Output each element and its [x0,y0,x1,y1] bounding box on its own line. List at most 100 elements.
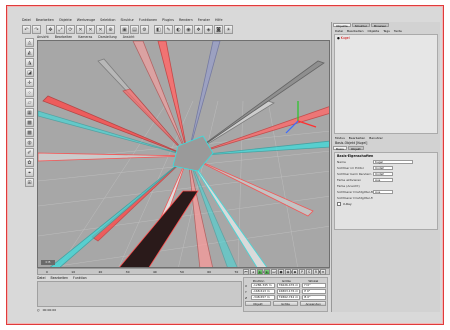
om-menu-item[interactable]: Objekte [368,29,380,33]
scene-icon[interactable]: ◈ [204,25,213,34]
om-menu-item[interactable]: Tags [383,29,390,33]
cube-icon[interactable]: ◧ [154,25,163,34]
material-menu-item[interactable]: Datei [37,276,46,280]
play-icon[interactable]: ▸ [257,268,263,275]
apply-button[interactable]: Anwenden [300,301,327,306]
viewport-menu-item[interactable]: Ansicht [37,35,49,39]
y-axis-lock-icon[interactable]: ✕ [86,25,95,34]
object-list[interactable]: ● Kugel [334,34,438,134]
menu-item[interactable]: Struktur [120,18,133,22]
light-icon[interactable]: ☀ [224,25,233,34]
menu-item[interactable]: Plugins [162,18,174,22]
render-visibility-select[interactable]: Undef. [373,171,393,177]
editor-visibility-select[interactable]: Undef. [373,165,393,171]
undo-icon[interactable]: ↶ [22,25,31,34]
position-key-icon[interactable]: P [299,268,305,275]
spline-pen-icon[interactable]: ✎ [164,25,173,34]
go-to-start-icon[interactable]: ⏮ [243,268,249,275]
position-z-field[interactable]: -348.657 m [251,295,275,300]
size-y-field[interactable]: 16803.176 m [276,289,301,294]
menu-item[interactable]: Selektion [100,18,115,22]
camera-icon[interactable]: ◙ [214,25,223,34]
size-x-field[interactable]: 76626.476 m [276,283,301,288]
material-menu-item[interactable]: Funktion [73,276,87,280]
render-settings-icon[interactable]: ⚙ [140,25,149,34]
object-mode-icon[interactable]: ◮ [25,58,34,67]
viewport-menu-item[interactable]: Kameras [78,35,92,39]
menu-item[interactable]: Rendern [179,18,193,22]
previous-frame-icon[interactable]: ◂ [250,268,256,275]
model-mode-icon[interactable]: ◭ [25,48,34,57]
render-view-icon[interactable]: ▣ [120,25,129,34]
tab-object[interactable]: Objekt [347,146,364,151]
om-menu-item[interactable]: Bearbeiten [347,29,363,33]
wireframe-mode-select[interactable]: Aus [373,189,393,195]
tab-browser[interactable]: Browser [370,23,390,28]
edges-mode-icon[interactable]: ▱ [25,98,34,107]
om-menu-item[interactable]: Datei [335,29,343,33]
autokey-icon[interactable]: ◉ [285,268,291,275]
x-axis-lock-icon[interactable]: ✕ [76,25,85,34]
tab-basis[interactable]: Basis [333,146,347,151]
scale-key-icon[interactable]: S [306,268,312,275]
size-z-field[interactable]: 72862.742 m [276,295,301,300]
array-icon[interactable]: ◉ [184,25,193,34]
menu-item[interactable]: Werkzeuge [77,18,95,22]
snap-icon[interactable]: ⌖ [25,168,34,177]
xray-checkbox[interactable] [337,202,341,206]
make-editable-icon[interactable]: ◬ [25,38,34,47]
attr-menu-item[interactable]: Modus [335,136,345,140]
move-tool-icon[interactable]: ✥ [46,25,55,34]
attr-menu-item[interactable]: Bearbeiten [349,136,365,140]
axis-mode-icon[interactable]: ✛ [25,78,34,87]
sculpt-icon[interactable]: ◍ [25,138,34,147]
position-y-field[interactable]: -168.613 m [251,289,275,294]
menu-item[interactable]: Fenster [198,18,210,22]
bodypaint-icon[interactable]: ✿ [25,158,34,167]
tab-objects[interactable]: Objekte [333,23,351,28]
viewport-menu-item[interactable]: Darstellung [98,35,116,39]
scale-tool-icon[interactable]: ⤢ [56,25,65,34]
angle-h-field[interactable]: H 0° [302,283,327,288]
tab-structure[interactable]: Struktur [351,23,370,28]
3d-viewport[interactable]: 0 B [37,40,330,268]
viewport-menu-item[interactable]: Ansicht [123,35,135,39]
menu-item[interactable]: Objekte [59,18,72,22]
menu-item[interactable]: Datei [22,18,31,22]
workplane-icon[interactable]: ⊞ [25,178,34,187]
om-menu-item[interactable]: Texte [394,29,402,33]
render-picture-icon[interactable]: ▤ [130,25,139,34]
attr-menu-item[interactable]: Benutzer [369,136,383,140]
param-key-icon[interactable]: ≡ [320,268,326,275]
position-x-field[interactable]: -1286.345 m [251,283,275,288]
menu-item[interactable]: Bearbeiten [36,18,54,22]
material-manager[interactable] [37,281,242,307]
keyframe-icon[interactable]: ◆ [292,268,298,275]
redo-icon[interactable]: ↷ [32,25,41,34]
z-axis-lock-icon[interactable]: ✕ [96,25,105,34]
angle-b-field[interactable]: B 0° [302,295,327,300]
name-field[interactable]: Kugel [373,159,413,165]
checker-icon[interactable]: ▩ [25,118,34,127]
nurbs-icon[interactable]: ◐ [174,25,183,34]
texture-mode-icon[interactable]: ◪ [25,68,34,77]
material-menu-item[interactable]: Bearbeiten [51,276,69,280]
points-mode-icon[interactable]: ⁘ [25,88,34,97]
next-frame-icon[interactable]: ▸ [264,268,270,275]
viewport-menu-item[interactable]: Bearbeiten [55,35,73,39]
menu-item[interactable]: Hilfe [215,18,223,22]
rotate-tool-icon[interactable]: ⟳ [66,25,75,34]
checker-icon[interactable]: ▩ [25,128,34,137]
paint-icon[interactable]: ✐ [25,148,34,157]
go-to-end-icon[interactable]: ⏭ [271,268,277,275]
coordinate-system-icon[interactable]: ⊕ [106,25,115,34]
deformer-icon[interactable]: ❖ [194,25,203,34]
color-enable-select[interactable]: Aus [373,177,393,183]
record-icon[interactable]: ● [278,268,284,275]
menu-item[interactable]: Funktionen [139,18,157,22]
polygons-mode-icon[interactable]: ▦ [25,108,34,117]
list-item[interactable]: ● Kugel [335,35,437,41]
angle-p-field[interactable]: P 0° [302,289,327,294]
coordinate-mode-select[interactable]: Objekt [245,301,271,306]
size-mode-select[interactable]: Größe [272,301,299,306]
